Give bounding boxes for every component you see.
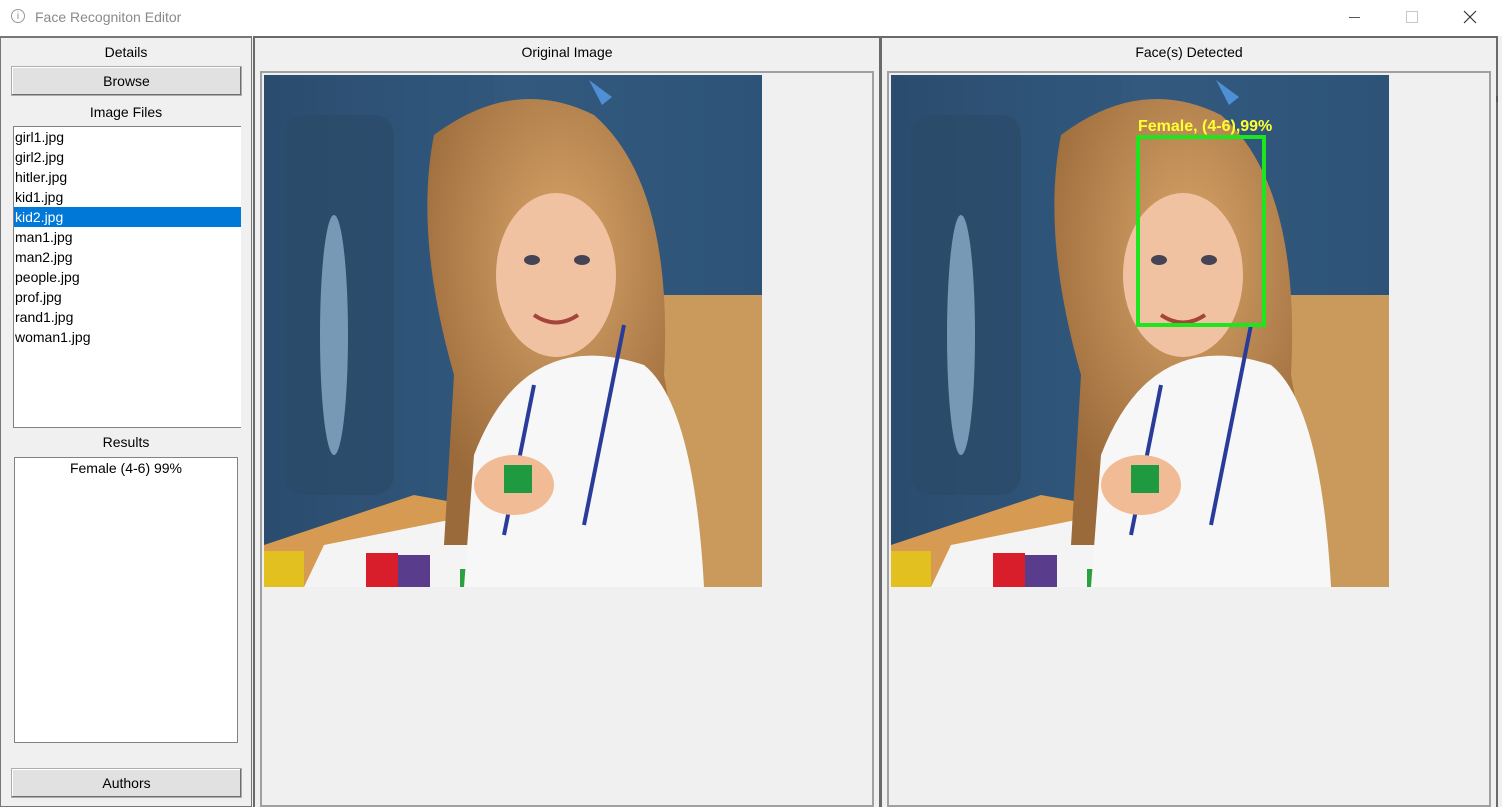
- original-image-title: Original Image: [521, 44, 613, 60]
- original-image-pane: Original Image: [253, 36, 881, 807]
- close-button[interactable]: [1441, 0, 1499, 34]
- maximize-icon: [1406, 11, 1418, 23]
- close-icon: [1463, 10, 1477, 24]
- list-item[interactable]: man1.jpg: [14, 227, 241, 247]
- list-item-selected[interactable]: kid2.jpg: [14, 207, 241, 227]
- detected-photo: Female, (4-6),99%: [891, 75, 1389, 587]
- original-image-canvas: [260, 71, 874, 807]
- list-item[interactable]: people.jpg: [14, 267, 241, 287]
- image-files-list[interactable]: girl1.jpg girl2.jpg hitler.jpg kid1.jpg …: [13, 126, 241, 428]
- result-item: Female (4-6) 99%: [69, 460, 183, 476]
- window-edge: [1496, 96, 1498, 102]
- browse-button[interactable]: Browse: [11, 66, 242, 96]
- original-photo: [264, 75, 762, 587]
- image-files-label: Image Files: [89, 104, 163, 120]
- results-list[interactable]: Female (4-6) 99%: [14, 457, 238, 743]
- minimize-button[interactable]: [1325, 0, 1383, 34]
- authors-button[interactable]: Authors: [11, 768, 242, 798]
- results-label: Results: [102, 434, 150, 450]
- maximize-button[interactable]: [1383, 0, 1441, 34]
- list-item[interactable]: kid1.jpg: [14, 187, 241, 207]
- detected-image-pane: Face(s) Detected Female, (4-6),99%: [880, 36, 1498, 807]
- list-item[interactable]: rand1.jpg: [14, 307, 241, 327]
- detected-image-title: Face(s) Detected: [1135, 44, 1243, 60]
- window-title: Face Recogniton Editor: [35, 9, 182, 25]
- details-panel: Details Browse Image Files girl1.jpg gir…: [0, 36, 252, 807]
- details-label: Details: [104, 44, 148, 60]
- list-item[interactable]: girl2.jpg: [14, 147, 241, 167]
- list-item[interactable]: prof.jpg: [14, 287, 241, 307]
- title-bar: i Face Recogniton Editor: [0, 0, 1502, 36]
- list-item[interactable]: girl1.jpg: [14, 127, 241, 147]
- list-item[interactable]: man2.jpg: [14, 247, 241, 267]
- minimize-icon: [1348, 16, 1360, 18]
- detected-image-canvas: Female, (4-6),99%: [887, 71, 1491, 807]
- app-info-icon: i: [11, 9, 25, 23]
- list-item[interactable]: woman1.jpg: [14, 327, 241, 347]
- list-item[interactable]: hitler.jpg: [14, 167, 241, 187]
- face-label: Female, (4-6),99%: [1138, 118, 1272, 135]
